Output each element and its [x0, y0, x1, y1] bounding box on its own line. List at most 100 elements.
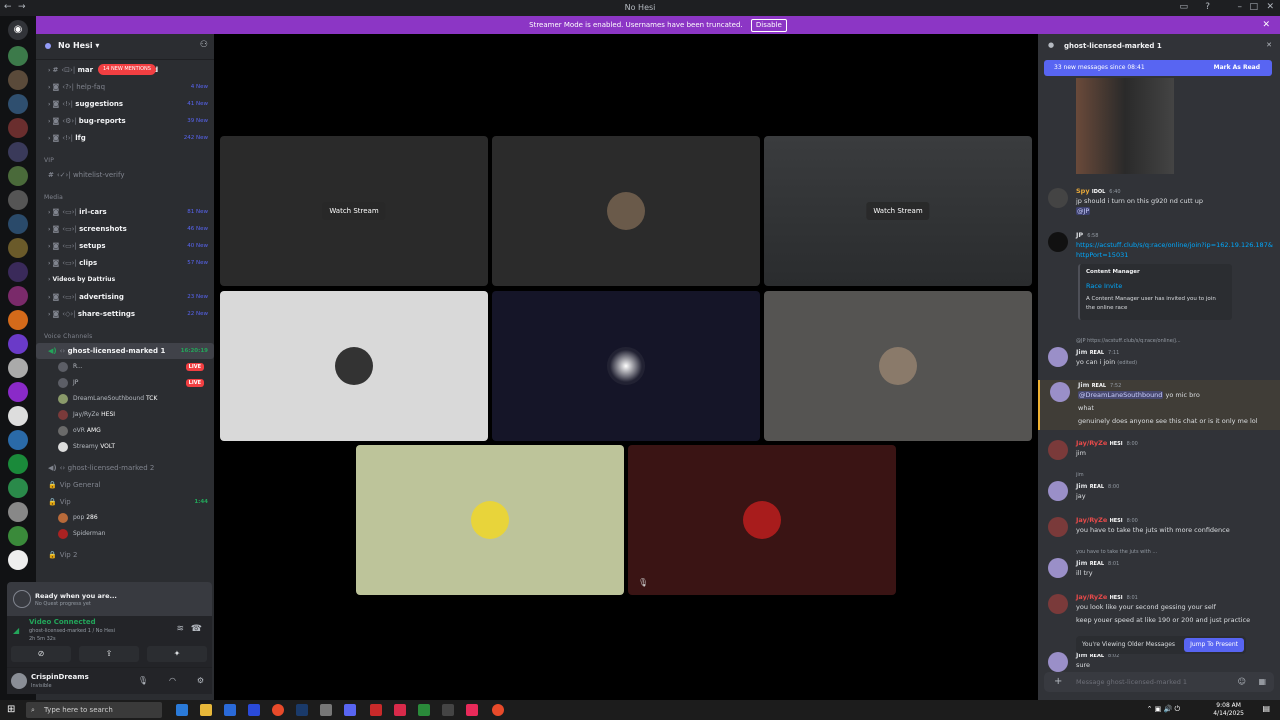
discord-taskbar-icon[interactable]	[344, 704, 356, 716]
video-tile[interactable]	[356, 445, 624, 595]
noise-suppression-icon[interactable]: ≋	[176, 624, 184, 634]
video-tile[interactable]	[764, 291, 1032, 441]
video-tile[interactable]	[220, 291, 488, 441]
add-member-icon[interactable]: ⚇	[200, 40, 208, 50]
app-icon[interactable]	[442, 704, 454, 716]
minimize-icon[interactable]: –	[1238, 2, 1243, 12]
avatar[interactable]	[1048, 652, 1068, 672]
voice-channel-active[interactable]: ◀) ‹› ghost-licensed-marked 1 16:20:19	[36, 343, 214, 359]
voice-user[interactable]: JP LIVE	[58, 376, 210, 390]
apps-icon[interactable]: ▦	[1258, 672, 1266, 692]
inbox-icon[interactable]: ▭	[1179, 2, 1188, 12]
server-icon[interactable]	[8, 334, 28, 354]
voice-user[interactable]: DreamLaneSouthbound TCK	[58, 392, 210, 406]
voice-user[interactable]: pop 286	[58, 511, 210, 525]
taskbar-search[interactable]: ⌕ Type here to search	[26, 702, 162, 718]
server-icon[interactable]	[8, 262, 28, 282]
video-tile[interactable]	[492, 136, 760, 286]
steam-icon[interactable]	[296, 704, 308, 716]
avatar[interactable]	[1048, 481, 1068, 501]
reply-preview[interactable]: you have to take the juts with ...	[1076, 547, 1276, 557]
mention[interactable]: @JP	[1076, 207, 1091, 215]
app-icon[interactable]	[466, 704, 478, 716]
avatar[interactable]	[1048, 188, 1068, 208]
windows-start-icon[interactable]: ⊞	[7, 704, 15, 715]
disconnect-icon[interactable]: ☎	[191, 624, 202, 634]
quest-panel[interactable]: Ready when you are... No Quest progress …	[7, 582, 212, 616]
new-mentions-badge[interactable]: 14 NEW MENTIONS	[98, 64, 156, 75]
discord-home-icon[interactable]: ◉	[8, 20, 28, 40]
emoji-icon[interactable]: ☺	[1238, 672, 1246, 692]
taskbar-clock[interactable]: 9:08 AM 4/14/2025	[1213, 702, 1244, 718]
image-attachment[interactable]	[1076, 78, 1174, 174]
signal-icon[interactable]: ◢	[13, 626, 19, 635]
avatar[interactable]	[1048, 594, 1068, 614]
server-icon[interactable]	[8, 70, 28, 90]
edge-icon[interactable]	[176, 704, 188, 716]
invite-link[interactable]: https://acstuff.club/s/q:race/online/joi…	[1076, 240, 1276, 260]
voice-channel[interactable]: 🔒 Vip 2	[36, 547, 214, 563]
channel-item[interactable]: › ◙ ‹▭›| setups 40 New	[36, 238, 214, 254]
store-icon[interactable]	[224, 704, 236, 716]
server-icon[interactable]	[8, 142, 28, 162]
maximize-icon[interactable]: □	[1249, 2, 1258, 12]
close-icon[interactable]: ✕	[1266, 41, 1272, 49]
channel-item[interactable]: › ◙ ‹◇›| share-settings 22 New	[36, 306, 214, 322]
channel-item[interactable]: › ◙ ‹▭›| advertising 23 New	[36, 289, 214, 305]
category-media[interactable]: Media	[44, 194, 63, 201]
voice-user[interactable]: Jay/RyZe HESI	[58, 408, 210, 422]
file-explorer-icon[interactable]	[200, 704, 212, 716]
watch-stream-button[interactable]: Watch Stream	[866, 202, 930, 220]
channel-item[interactable]: # ‹✓›| whitelist-verify	[36, 167, 214, 183]
channel-item[interactable]: › ◙ ‹⚙›| bug-reports 39 New	[36, 113, 214, 129]
server-header[interactable]: No Hesi ▾ ⚇	[36, 34, 214, 60]
settings-icon[interactable]: ⚙	[197, 676, 204, 685]
server-icon[interactable]	[8, 382, 28, 402]
server-icon[interactable]	[8, 310, 28, 330]
server-icon[interactable]	[8, 358, 28, 378]
app-icon[interactable]	[394, 704, 406, 716]
channel-item[interactable]: › ◙ ‹!›| suggestions 41 New	[36, 96, 214, 112]
reply-preview[interactable]: jim	[1076, 470, 1276, 480]
voice-user[interactable]: R... LIVE	[58, 360, 210, 374]
watch-stream-button[interactable]: Watch Stream	[322, 202, 386, 220]
server-icon[interactable]	[8, 550, 28, 570]
video-tile[interactable]: 🎙	[628, 445, 896, 595]
app-icon[interactable]	[492, 704, 504, 716]
close-icon[interactable]: ✕	[1266, 2, 1274, 12]
app-icon[interactable]	[320, 704, 332, 716]
stream-tile[interactable]: Watch Stream	[764, 136, 1032, 286]
avatar[interactable]	[1048, 517, 1068, 537]
message-composer[interactable]: + Message ghost-licensed-marked 1 ☺ ▦	[1044, 672, 1274, 692]
server-icon[interactable]	[8, 502, 28, 522]
screen-share-button[interactable]: ⇪	[79, 646, 139, 662]
thread-item[interactable]: › Videos by Dattrius	[36, 272, 214, 288]
category-vip[interactable]: VIP	[44, 157, 54, 164]
embed-title[interactable]: Race Invite	[1086, 282, 1122, 290]
chrome-icon[interactable]	[272, 704, 284, 716]
server-icon[interactable]	[8, 190, 28, 210]
channel-item[interactable]: › ◙ ‹?›| help-faq 4 New	[36, 79, 214, 95]
voice-user[interactable]: oVR AMG	[58, 424, 210, 438]
new-messages-bar[interactable]: 33 new messages since 08:41 Mark As Read	[1044, 60, 1272, 76]
jump-to-present-button[interactable]: Jump To Present	[1184, 638, 1244, 652]
server-icon[interactable]	[8, 286, 28, 306]
reply-preview[interactable]: @JP https://acstuff.club/s/q:race/online…	[1076, 336, 1276, 346]
server-icon[interactable]	[8, 214, 28, 234]
channel-item[interactable]: › ◙ ‹!›| lfg 242 New	[36, 130, 214, 146]
disable-streamer-button[interactable]: Disable	[750, 19, 787, 32]
race-invite-embed[interactable]: Content Manager Race Invite A Content Ma…	[1078, 264, 1232, 320]
mark-as-read-button[interactable]: Mark As Read	[1214, 60, 1260, 76]
avatar[interactable]	[1048, 558, 1068, 578]
microphone-icon[interactable]: 🎙	[138, 676, 148, 685]
system-tray-icons[interactable]: ⌃ ▣ 🔊 ⏻	[1147, 705, 1180, 714]
help-icon[interactable]: ?	[1205, 2, 1210, 12]
avatar[interactable]	[1048, 232, 1068, 252]
voice-channel[interactable]: ◀) ‹› ghost-licensed-marked 2	[36, 460, 214, 476]
server-icon[interactable]	[8, 526, 28, 546]
channel-item[interactable]: › ◙ ‹▭›| irl-cars 81 New	[36, 204, 214, 220]
camera-off-button[interactable]: ⊘	[11, 646, 71, 662]
server-icon[interactable]	[8, 46, 28, 66]
message-input[interactable]: Message ghost-licensed-marked 1	[1076, 678, 1187, 686]
category-voice[interactable]: Voice Channels	[44, 333, 92, 340]
